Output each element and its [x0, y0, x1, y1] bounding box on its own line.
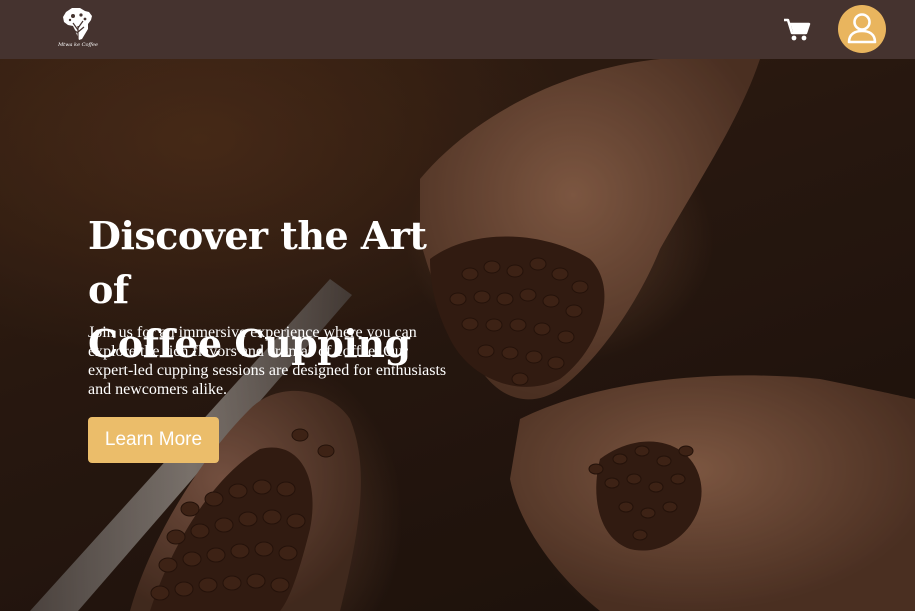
logo[interactable]: Mtwa ke Coffee: [58, 6, 98, 58]
user-icon: [847, 13, 877, 44]
hero-description: Join us for an immersive experience wher…: [88, 324, 447, 398]
hero-section: Discover the Art of Coffee Cupping Join …: [0, 59, 915, 611]
logo-text: Mtwa ke Coffee: [58, 42, 98, 48]
cart-icon: [784, 18, 811, 41]
cart-button[interactable]: [783, 17, 811, 43]
navbar: Mtwa ke Coffee: [0, 0, 915, 59]
africa-tree-logo-icon: [63, 8, 92, 40]
learn-more-button[interactable]: Learn More: [88, 417, 219, 463]
user-avatar-button[interactable]: [838, 5, 886, 53]
